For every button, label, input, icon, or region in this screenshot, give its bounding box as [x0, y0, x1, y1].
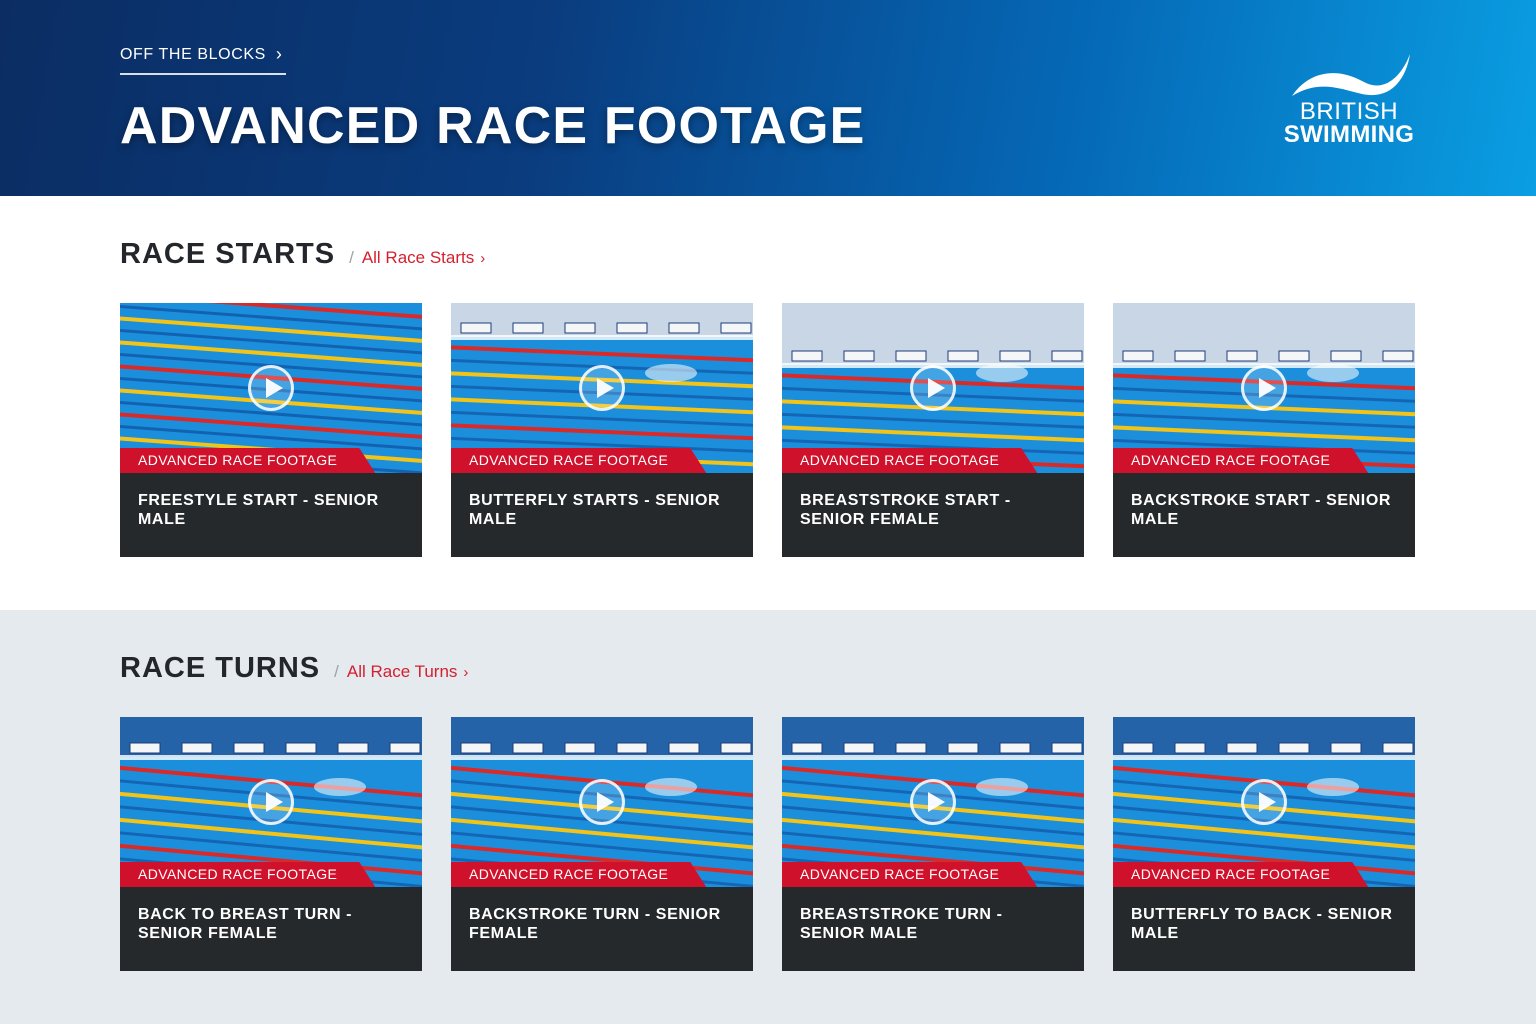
video-thumbnail: ADVANCED RACE FOOTAGE	[451, 717, 753, 887]
card-title: BREASTSTROKE START - SENIOR FEMALE	[800, 492, 1011, 528]
link-label: All Race Turns	[346, 662, 458, 681]
card-title: BUTTERFLY STARTS - SENIOR MALE	[469, 492, 721, 528]
video-thumbnail: ADVANCED RACE FOOTAGE	[1113, 303, 1415, 473]
card-title: FREESTYLE START - SENIOR MALE	[138, 492, 379, 528]
card-title: BACKSTROKE TURN - SENIOR FEMALE	[469, 906, 721, 942]
play-icon[interactable]	[1241, 365, 1287, 411]
section-header: RACE STARTS / All Race Starts ›	[120, 238, 485, 271]
wave-icon	[1292, 54, 1410, 96]
card-grid: ADVANCED RACE FOOTAGE BACK TO BREAST TUR…	[120, 717, 1415, 971]
divider-slash: /	[349, 248, 354, 267]
category-tag: ADVANCED RACE FOOTAGE	[782, 862, 1037, 887]
page-title: ADVANCED RACE FOOTAGE	[120, 97, 866, 155]
video-card[interactable]: ADVANCED RACE FOOTAGE BACK TO BREAST TUR…	[120, 717, 422, 971]
play-icon[interactable]	[579, 365, 625, 411]
category-tag: ADVANCED RACE FOOTAGE	[1113, 862, 1368, 887]
section-race-turns: RACE TURNS / All Race Turns › ADVANCED R…	[0, 610, 1536, 1024]
chevron-right-icon: ›	[480, 250, 486, 267]
play-icon[interactable]	[910, 365, 956, 411]
video-card[interactable]: ADVANCED RACE FOOTAGE FREESTYLE START - …	[120, 303, 422, 557]
video-card[interactable]: ADVANCED RACE FOOTAGE BREASTSTROKE TURN …	[782, 717, 1084, 971]
section-title: RACE TURNS	[120, 652, 321, 684]
section-title: RACE STARTS	[120, 238, 336, 270]
video-card[interactable]: ADVANCED RACE FOOTAGE BUTTERFLY TO BACK …	[1113, 717, 1415, 971]
breadcrumb-label: OFF THE BLOCKS	[120, 46, 266, 63]
card-grid: ADVANCED RACE FOOTAGE FREESTYLE START - …	[120, 303, 1415, 557]
breadcrumb-link[interactable]: OFF THE BLOCKS ›	[120, 44, 286, 75]
video-card[interactable]: ADVANCED RACE FOOTAGE BACKSTROKE START -…	[1113, 303, 1415, 557]
chevron-right-icon: ›	[463, 664, 469, 681]
link-label: All Race Starts	[361, 248, 475, 267]
section-race-starts: RACE STARTS / All Race Starts › ADVANCED…	[0, 196, 1536, 610]
video-thumbnail: ADVANCED RACE FOOTAGE	[120, 303, 422, 473]
section-header: RACE TURNS / All Race Turns ›	[120, 652, 468, 685]
british-swimming-logo[interactable]: BRITISH SWIMMING	[1278, 50, 1420, 150]
video-card[interactable]: ADVANCED RACE FOOTAGE BREASTSTROKE START…	[782, 303, 1084, 557]
card-title: BUTTERFLY TO BACK - SENIOR MALE	[1131, 906, 1393, 942]
category-tag: ADVANCED RACE FOOTAGE	[1113, 448, 1368, 473]
play-icon[interactable]	[579, 779, 625, 825]
category-tag: ADVANCED RACE FOOTAGE	[120, 448, 375, 473]
card-title: BACKSTROKE START - SENIOR MALE	[1131, 492, 1392, 528]
chevron-right-icon: ›	[275, 44, 283, 64]
play-icon[interactable]	[248, 365, 294, 411]
video-card[interactable]: ADVANCED RACE FOOTAGE BUTTERFLY STARTS -…	[451, 303, 753, 557]
category-tag: ADVANCED RACE FOOTAGE	[120, 862, 375, 887]
hero-banner: OFF THE BLOCKS › ADVANCED RACE FOOTAGE B…	[0, 0, 1536, 196]
category-tag: ADVANCED RACE FOOTAGE	[451, 448, 706, 473]
card-title: BACK TO BREAST TURN - SENIOR FEMALE	[138, 906, 353, 942]
video-thumbnail: ADVANCED RACE FOOTAGE	[451, 303, 753, 473]
video-card[interactable]: ADVANCED RACE FOOTAGE BACKSTROKE TURN - …	[451, 717, 753, 971]
category-tag: ADVANCED RACE FOOTAGE	[782, 448, 1037, 473]
video-thumbnail: ADVANCED RACE FOOTAGE	[120, 717, 422, 887]
category-tag: ADVANCED RACE FOOTAGE	[451, 862, 706, 887]
divider-slash: /	[334, 662, 339, 681]
logo-text-swimming: SWIMMING	[1283, 121, 1415, 148]
all-race-starts-link[interactable]: / All Race Starts ›	[349, 248, 485, 268]
video-thumbnail: ADVANCED RACE FOOTAGE	[782, 717, 1084, 887]
play-icon[interactable]	[910, 779, 956, 825]
all-race-turns-link[interactable]: / All Race Turns ›	[334, 662, 468, 682]
card-title: BREASTSTROKE TURN - SENIOR MALE	[800, 906, 1003, 942]
play-icon[interactable]	[1241, 779, 1287, 825]
video-thumbnail: ADVANCED RACE FOOTAGE	[782, 303, 1084, 473]
video-thumbnail: ADVANCED RACE FOOTAGE	[1113, 717, 1415, 887]
play-icon[interactable]	[248, 779, 294, 825]
